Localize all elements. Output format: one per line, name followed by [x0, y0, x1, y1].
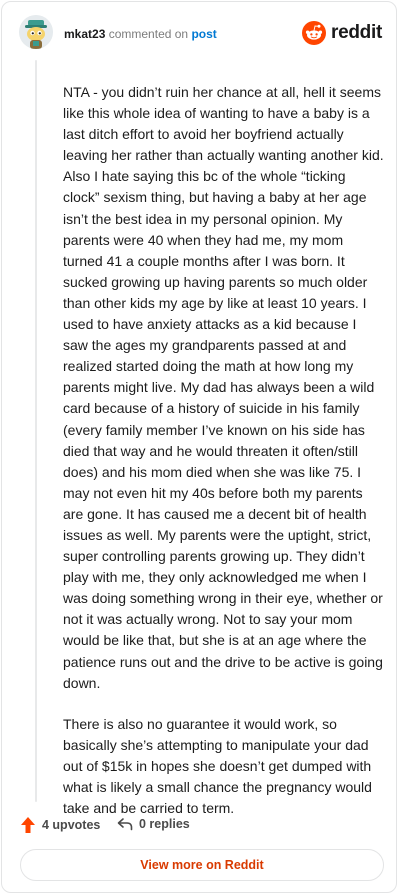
comment-paragraph: There is also no guarantee it would work… — [63, 715, 372, 817]
reddit-brand-link[interactable]: reddit — [302, 21, 382, 45]
upvote-arrow-icon — [21, 817, 35, 833]
reply-arrow-icon — [117, 818, 133, 831]
replies-button[interactable]: 0 replies — [117, 816, 190, 832]
snoo-avatar-icon — [19, 15, 53, 49]
comment-header: mkat23 commented on post reddit — [2, 2, 396, 66]
user-avatar[interactable] — [19, 15, 53, 49]
username-link[interactable]: mkat23 — [64, 27, 105, 41]
comment-body: NTA - you didn’t ruin her chance at all,… — [63, 82, 385, 839]
thread-line — [35, 60, 37, 802]
reply-count: 0 replies — [139, 817, 190, 831]
comment-card: mkat23 commented on post reddit NTA - yo… — [1, 1, 397, 893]
view-more-button[interactable]: View more on Reddit — [20, 849, 384, 881]
upvote-count: 4 upvotes — [42, 818, 101, 832]
attribution-verb: commented on — [108, 27, 189, 41]
comment-footer: 4 upvotes 0 replies — [2, 814, 396, 838]
reddit-logo-icon — [302, 21, 327, 45]
reddit-wordmark: reddit — [331, 22, 382, 43]
post-link[interactable]: post — [191, 27, 216, 41]
comment-attribution: mkat23 commented on post — [64, 26, 217, 42]
upvote-button[interactable]: 4 upvotes — [20, 816, 100, 834]
comment-paragraph: NTA - you didn’t ruin her chance at all,… — [63, 84, 384, 691]
